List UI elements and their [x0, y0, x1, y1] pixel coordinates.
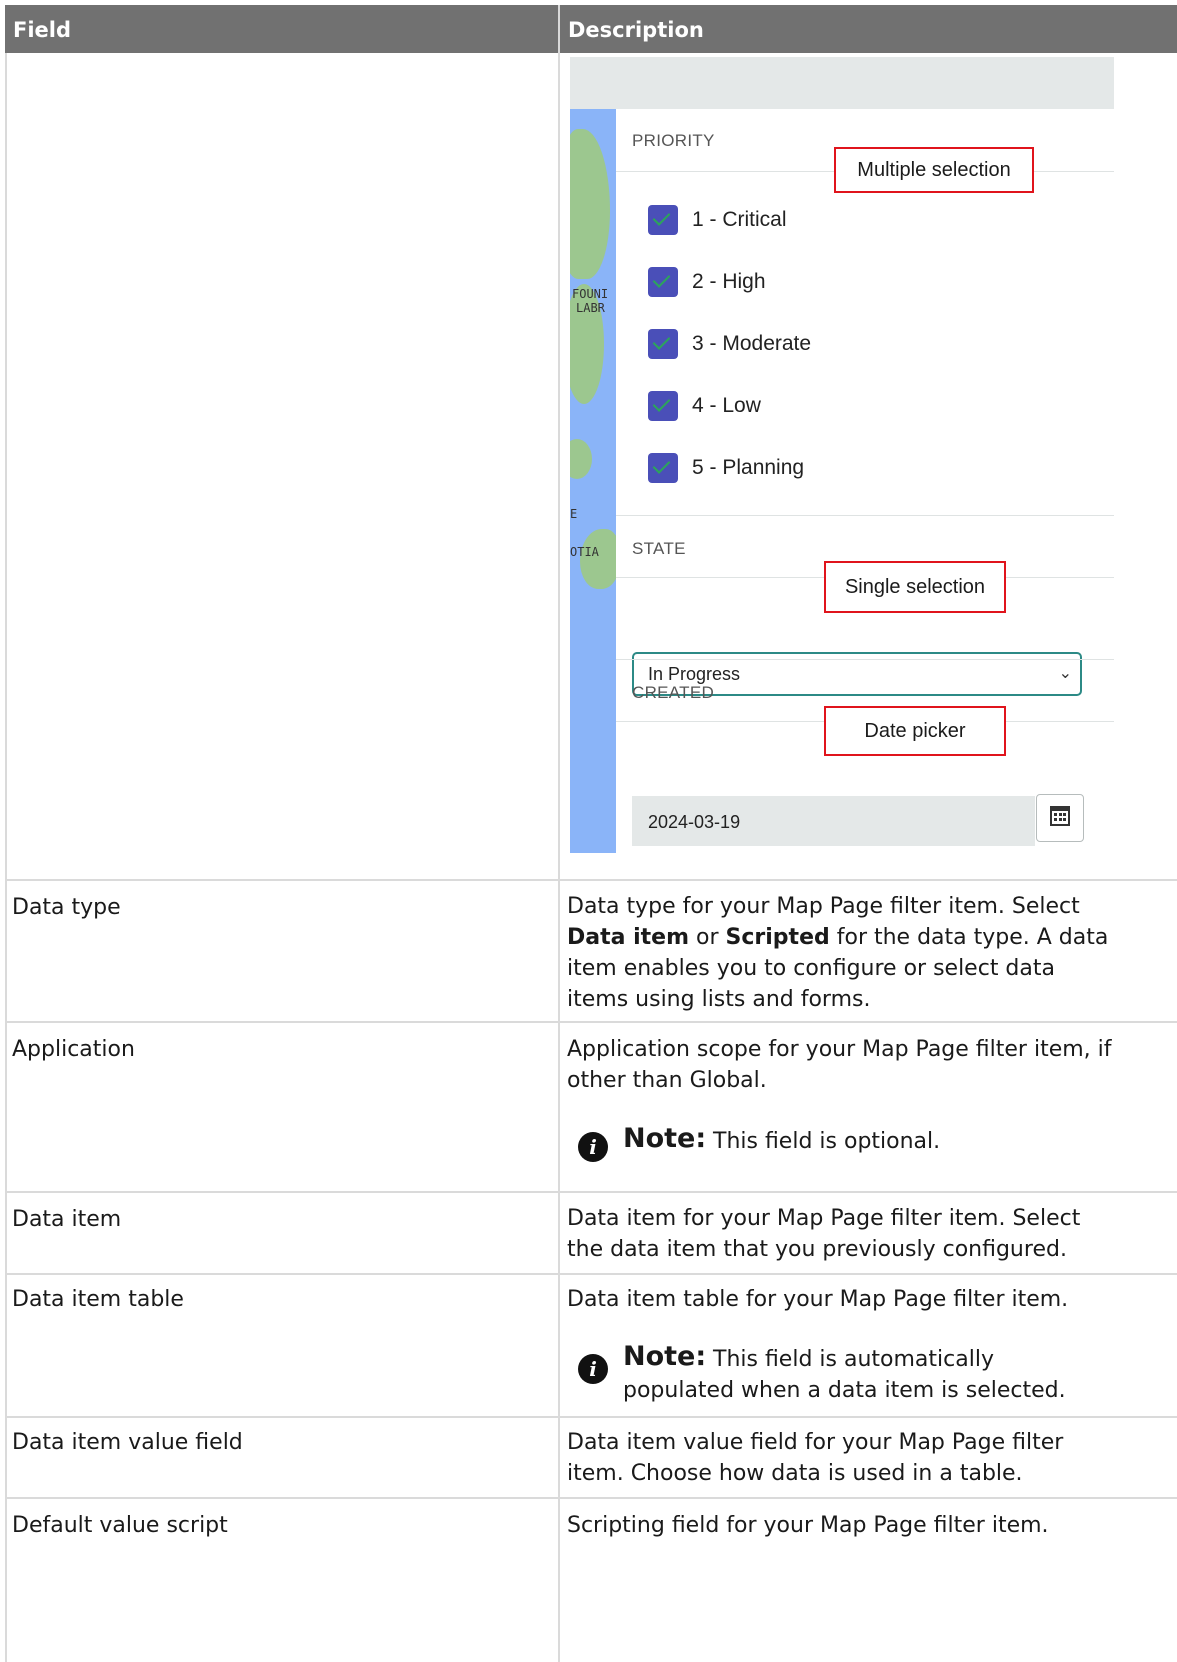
table-header: Field Description: [5, 5, 1177, 53]
field-data-item-table: Data item table: [12, 1287, 184, 1312]
desc-data-item: Data item for your Map Page filter item.…: [567, 1206, 1081, 1262]
note-label: Note:: [623, 1123, 707, 1154]
row-divider: [5, 1021, 1177, 1023]
field-data-type: Data type: [12, 895, 121, 920]
map-label: E: [570, 507, 578, 521]
note-text: This field is optional.: [713, 1129, 941, 1154]
panel-toolbar: [570, 57, 1114, 109]
priority-checkbox-5[interactable]: [648, 453, 678, 483]
field-application: Application: [12, 1037, 135, 1062]
section-separator: [616, 659, 1114, 660]
desc-data-type: Data type for your Map Page filter item.…: [567, 894, 1109, 1012]
note-data-item-table: i Note: This field is automatically popu…: [578, 1341, 1138, 1424]
column-divider: [558, 53, 560, 1662]
created-date-input[interactable]: 2024-03-19: [632, 796, 1035, 846]
chevron-down-icon: ⌄: [1058, 665, 1072, 682]
map-label: LABR: [576, 301, 605, 315]
filter-panel: PRIORITY 1 - Critical 2 - High 3 - Moder…: [616, 109, 1114, 853]
filter-panel-screenshot: FOUNI LABR E OTIA PRIORITY 1 - Critical …: [570, 57, 1114, 853]
priority-label-2: 2 - High: [692, 270, 766, 293]
check-icon: [652, 456, 671, 474]
priority-label-5: 5 - Planning: [692, 456, 805, 479]
date-picker-button[interactable]: [1036, 794, 1084, 842]
map-label: OTIA: [570, 545, 599, 559]
calendar-icon: [1050, 806, 1070, 826]
priority-checkbox-4[interactable]: [648, 391, 678, 421]
priority-checkbox-3[interactable]: [648, 329, 678, 359]
table-left-border: [5, 53, 7, 1662]
desc-data-item-table: Data item table for your Map Page filter…: [567, 1287, 1069, 1312]
priority-label-4: 4 - Low: [692, 394, 761, 417]
header-field: Field: [13, 18, 72, 42]
note-text: This field is automatically: [713, 1347, 994, 1372]
priority-title: PRIORITY: [632, 131, 715, 150]
callout-date-picker: Date picker: [824, 706, 1006, 756]
map-label: FOUNI: [572, 287, 609, 301]
row-divider: [5, 879, 1177, 881]
created-title: CREATED: [632, 683, 715, 702]
priority-label-3: 3 - Moderate: [692, 332, 812, 355]
header-description: Description: [568, 18, 704, 42]
info-icon: i: [578, 1132, 608, 1162]
priority-checkbox-1[interactable]: [648, 205, 678, 235]
row-divider: [5, 1497, 1177, 1499]
check-icon: [652, 332, 671, 350]
check-icon: [652, 270, 671, 288]
state-select-value: In Progress: [648, 664, 741, 684]
priority-label-1: 1 - Critical: [692, 208, 787, 231]
field-data-item-value-field: Data item value field: [12, 1430, 243, 1455]
info-icon: i: [578, 1354, 608, 1384]
row-divider: [5, 1273, 1177, 1275]
note-text: populated when a data item is selected.: [623, 1378, 1066, 1403]
desc-application: Application scope for your Map Page filt…: [567, 1037, 1112, 1093]
check-icon: [652, 394, 671, 412]
desc-data-item-value-field: Data item value field for your Map Page …: [567, 1430, 1064, 1486]
check-icon: [652, 208, 671, 226]
row-divider: [5, 1191, 1177, 1193]
callout-single-selection: Single selection: [824, 561, 1006, 613]
state-title: STATE: [632, 539, 686, 558]
field-data-item: Data item: [12, 1207, 122, 1232]
note-label: Note:: [623, 1341, 707, 1372]
section-separator: [616, 515, 1114, 516]
priority-checkbox-2[interactable]: [648, 267, 678, 297]
callout-multiple-selection: Multiple selection: [834, 147, 1034, 193]
map-strip: FOUNI LABR E OTIA: [570, 109, 616, 853]
desc-default-value-script: Scripting field for your Map Page filter…: [567, 1513, 1049, 1538]
field-default-value-script: Default value script: [12, 1513, 228, 1538]
